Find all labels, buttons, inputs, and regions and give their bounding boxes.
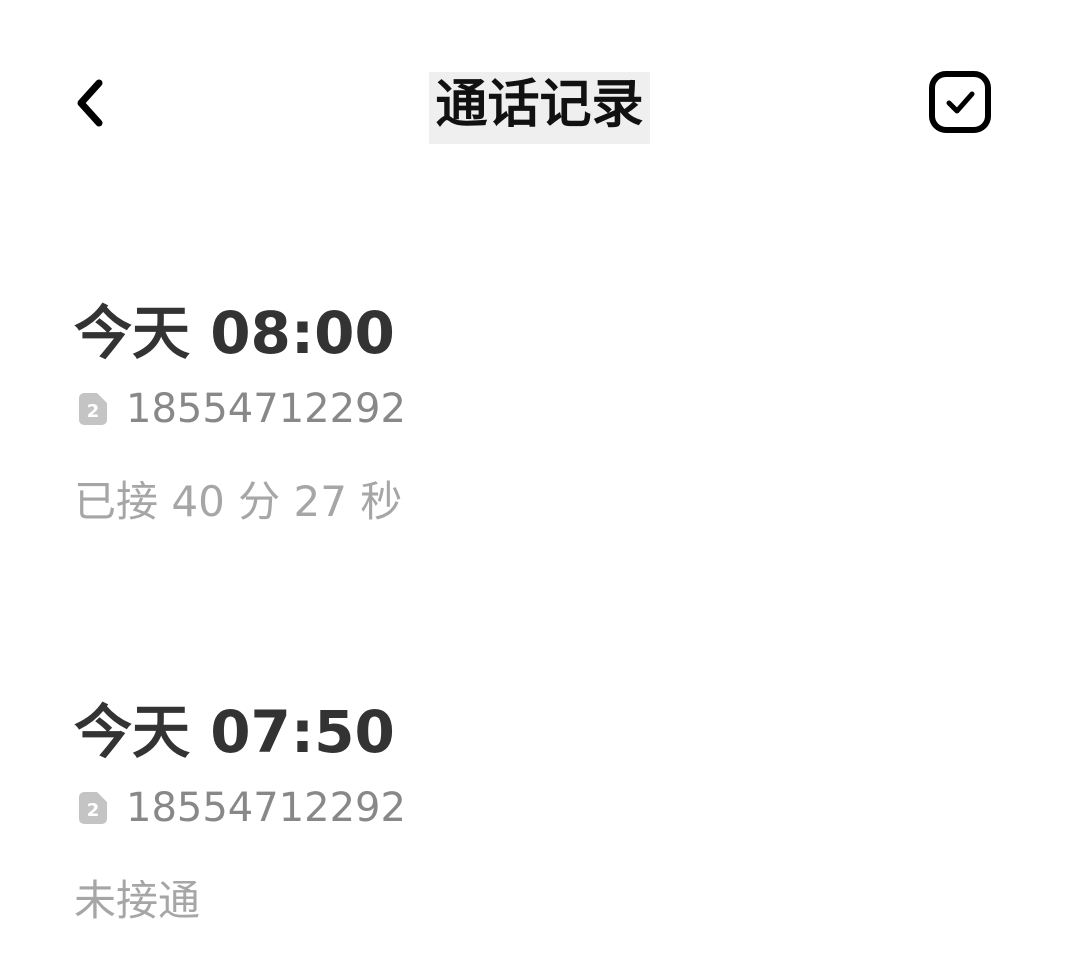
- chevron-left-icon: [70, 75, 110, 135]
- call-log-item[interactable]: 今天 08:00 2 18554712292 已接 40 分 27 秒: [74, 300, 974, 560]
- call-number-row: 2 18554712292: [78, 783, 406, 833]
- sim-label: 2: [87, 401, 100, 422]
- checkbox-icon: [927, 69, 993, 139]
- sim-label: 2: [87, 800, 100, 821]
- phone-number: 18554712292: [126, 386, 406, 432]
- phone-number: 18554712292: [126, 785, 406, 831]
- call-log-item[interactable]: 今天 07:50 2 18554712292 未接通: [74, 699, 974, 959]
- back-button[interactable]: [60, 70, 120, 140]
- sim-2-icon: 2: [78, 384, 108, 434]
- call-number-row: 2 18554712292: [78, 384, 406, 434]
- select-mode-button[interactable]: [920, 64, 1000, 144]
- call-status: 已接 40 分 27 秒: [74, 477, 403, 526]
- call-time: 今天 07:50: [74, 698, 395, 766]
- navigation-bar: 通话记录: [0, 0, 1080, 200]
- call-status: 未接通: [74, 876, 201, 925]
- page-title: 通话记录: [429, 72, 650, 144]
- sim-2-icon: 2: [78, 783, 108, 833]
- call-time: 今天 08:00: [74, 299, 395, 367]
